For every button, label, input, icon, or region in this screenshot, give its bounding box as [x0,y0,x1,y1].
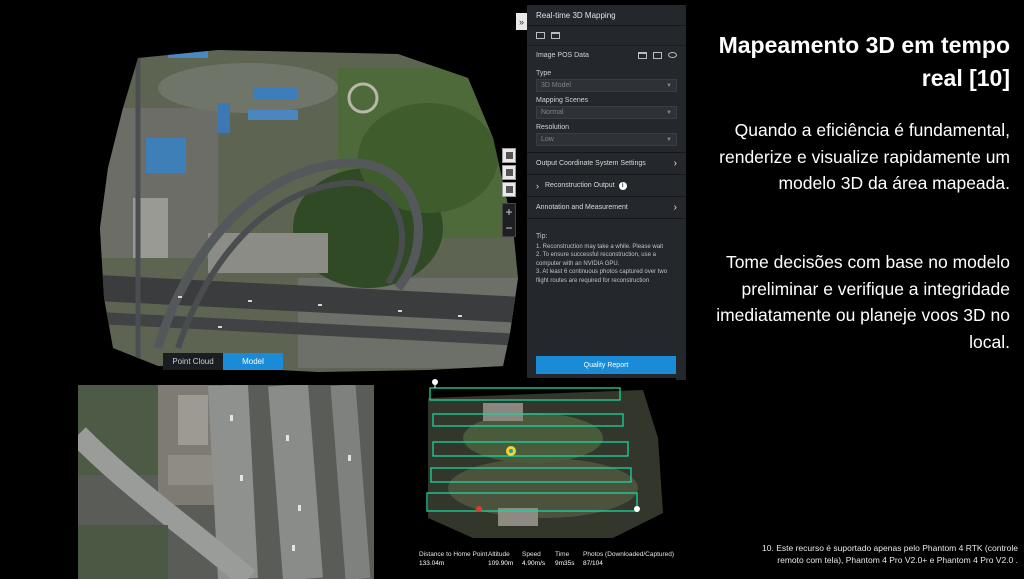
tip-title: Tip: [536,233,548,240]
output-coordinate-label: Output Coordinate System Settings [536,160,646,167]
quality-report-button[interactable]: Quality Report [536,356,676,374]
telemetry-speed: Speed 4.90m/s [522,550,555,568]
tips-box: Tip: 1. Reconstruction may take a while.… [527,218,686,285]
chevron-down-icon: ▼ [666,136,672,143]
telemetry-label: Time [555,551,570,558]
chevron-down-icon: ▼ [666,109,672,116]
zoom-in-button[interactable]: + [503,204,515,220]
chevron-right-icon: › [536,180,539,191]
layers-icon[interactable] [502,148,516,163]
point-cloud-view[interactable] [413,378,676,548]
cube-view-icon[interactable] [502,165,516,180]
telemetry-altitude: Altitude 109.90m [488,550,522,568]
resolution-value: Low [541,136,554,143]
tip-item: 3. At least 6 continuous photos captured… [536,269,668,284]
telemetry-value: 9m35s [555,560,575,567]
point-cloud-flight-routes [413,378,676,548]
folder-icon[interactable] [551,32,560,39]
footnote: 10. Este recurso é suportado apenas pelo… [762,543,1018,565]
scenes-select[interactable]: Normal ▼ [536,106,677,119]
aerial-3d-model [100,50,518,372]
import-icon[interactable] [638,52,647,59]
resolution-select[interactable]: Low ▼ [536,133,677,146]
reconstruction-output-section[interactable]: › Reconstruction Output i [527,174,686,196]
perspective-icon[interactable] [502,182,516,197]
telemetry-value: 4.90m/s [522,560,546,567]
telemetry-label: Speed [522,551,541,558]
chevron-right-icon: › [673,202,677,213]
model-tab[interactable]: Model [223,353,283,370]
scenes-value: Normal [541,109,564,116]
resolution-label: Resolution [536,124,570,131]
highway-aerial-image [78,385,374,579]
panel-toolbar [527,26,686,45]
image-icon[interactable] [536,32,545,39]
tip-item: 2. To ensure successful reconstruction, … [536,252,656,267]
scenes-label: Mapping Scenes [536,97,589,104]
telemetry-photos: Photos (Downloaded/Captured) 87/104 [583,550,678,568]
telemetry-label: Altitude [488,551,510,558]
model-viewport[interactable] [98,48,523,375]
telemetry-label: Photos (Downloaded/Captured) [583,551,675,558]
telemetry-value: 87/104 [583,560,603,567]
slide-title: Mapeamento 3D em tempo real [10] [718,32,1010,91]
highway-photo [78,385,374,579]
telemetry-distance: Distance to Home Point 133.04m [419,550,488,568]
point-cloud-tab[interactable]: Point Cloud [163,353,223,370]
view-mode-toggle[interactable]: Point Cloud Model [163,353,283,370]
type-value: 3D Model [541,82,571,89]
eye-icon[interactable] [668,52,677,58]
reconstruction-output-label: Reconstruction Output [545,182,615,189]
panel-title: Real-time 3D Mapping [527,5,686,26]
annotation-label: Annotation and Measurement [536,204,628,211]
export-icon[interactable] [653,52,662,59]
description-paragraph-2: Tome decisões com base no modelo prelimi… [716,252,1010,352]
annotation-section[interactable]: Annotation and Measurement › [527,196,686,218]
telemetry-time: Time 9m35s [555,550,583,568]
flight-telemetry: Distance to Home Point 133.04m Altitude … [419,550,681,568]
telemetry-label: Distance to Home Point [419,551,488,558]
telemetry-value: 133.04m [419,560,445,567]
pos-data-label: Image POS Data [536,52,589,59]
chevron-right-icon: › [673,158,677,169]
map-tools [502,148,516,197]
chevron-down-icon: ▼ [666,82,672,89]
description-paragraph-1: Quando a eficiência é fundamental, rende… [719,120,1010,193]
output-coordinate-section[interactable]: Output Coordinate System Settings › [527,152,686,174]
mapping-settings-panel: Real-time 3D Mapping Image POS Data Type… [527,5,686,380]
zoom-out-button[interactable]: − [503,220,515,236]
type-select[interactable]: 3D Model ▼ [536,79,677,92]
zoom-controls: + − [502,203,516,237]
telemetry-value: 109.90m [488,560,514,567]
collapse-panel-button[interactable]: » [516,13,527,30]
tip-item: 1. Reconstruction may take a while. Plea… [536,243,664,250]
pos-data-row: Image POS Data [527,45,686,65]
info-icon[interactable]: i [618,181,627,190]
type-label: Type [536,70,552,77]
